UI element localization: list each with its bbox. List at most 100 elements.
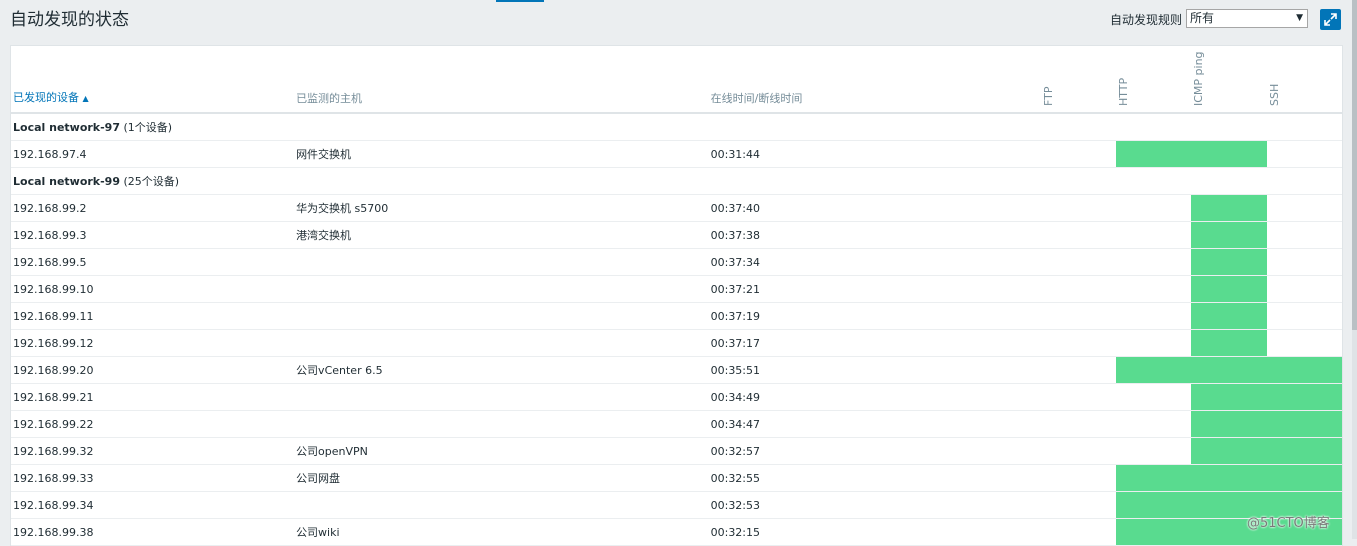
table-row: 192.168.99.2 华为交换机 s5700 00:37:40 <box>11 194 1342 222</box>
uptime-value: 00:35:51 <box>708 356 1041 384</box>
service-status-http <box>1116 194 1192 222</box>
uptime-value: 00:37:17 <box>708 329 1041 357</box>
table-row: 192.168.99.11 00:37:19 <box>11 302 1342 330</box>
device-ip: 192.168.99.38 <box>11 518 295 546</box>
monitored-host-link[interactable]: 公司openVPN <box>294 437 709 465</box>
uptime-value: 00:31:44 <box>708 140 1041 168</box>
device-ip: 192.168.99.10 <box>11 275 295 303</box>
service-status-http <box>1116 491 1192 519</box>
column-uptime: 在线时间/断线时间 <box>708 46 1041 114</box>
table-body: Local network-97 (1个设备) 192.168.97.4 网件交换机… <box>11 113 1342 546</box>
discovery-status-panel: 已发现的设备 ▲ 已监测的主机 在线时间/断线时间 FTP HTTP ICMP … <box>10 45 1343 546</box>
service-status-ssh <box>1266 383 1342 411</box>
table-row: 192.168.99.5 00:37:34 <box>11 248 1342 276</box>
service-status-ftp <box>1040 464 1117 492</box>
service-status-http <box>1116 221 1192 249</box>
discovery-table: 已发现的设备 ▲ 已监测的主机 在线时间/断线时间 FTP HTTP ICMP … <box>11 46 1342 546</box>
monitored-host-link[interactable]: 华为交换机 s5700 <box>294 194 709 222</box>
device-ip: 192.168.99.21 <box>11 383 295 411</box>
table-row: 192.168.99.38 公司wiki 00:32:15 <box>11 518 1342 546</box>
service-status-ssh <box>1266 221 1342 249</box>
service-status-ssh <box>1266 329 1342 357</box>
uptime-value: 00:37:40 <box>708 194 1041 222</box>
service-status-icmp <box>1191 437 1267 465</box>
uptime-value: 00:37:38 <box>708 221 1041 249</box>
service-status-ftp <box>1040 437 1117 465</box>
monitored-host-link <box>294 383 709 411</box>
service-status-http <box>1116 437 1192 465</box>
service-status-icmp <box>1191 383 1267 411</box>
monitored-host-link[interactable]: 公司wiki <box>294 518 709 546</box>
service-status-ssh <box>1266 194 1342 222</box>
monitored-host-link[interactable]: 网件交换机 <box>294 140 709 168</box>
page-scrollbar[interactable] <box>1352 0 1357 539</box>
service-status-icmp <box>1191 464 1267 492</box>
service-status-icmp <box>1191 356 1267 384</box>
column-discovered-device[interactable]: 已发现的设备 ▲ <box>11 46 295 114</box>
service-status-icmp <box>1191 221 1267 249</box>
fullscreen-button[interactable] <box>1320 9 1341 30</box>
service-status-ftp <box>1040 383 1117 411</box>
uptime-value: 00:34:49 <box>708 383 1041 411</box>
discovery-rule-select[interactable]: 所有 ▼ <box>1186 9 1308 28</box>
device-ip: 192.168.99.2 <box>11 194 295 222</box>
service-status-http <box>1116 410 1192 438</box>
service-status-ftp <box>1040 194 1117 222</box>
service-status-ftp <box>1040 356 1117 384</box>
device-ip: 192.168.99.20 <box>11 356 295 384</box>
service-status-ssh <box>1266 248 1342 276</box>
service-status-ssh <box>1266 464 1342 492</box>
service-status-http <box>1116 302 1192 330</box>
group-row: Local network-99 (25个设备) <box>11 167 1342 195</box>
watermark: @51CTO博客 <box>1247 516 1330 531</box>
monitored-host-link <box>294 248 709 276</box>
device-ip: 192.168.99.3 <box>11 221 295 249</box>
uptime-value: 00:34:47 <box>708 410 1041 438</box>
service-status-ssh <box>1266 275 1342 303</box>
table-row: 192.168.99.20 公司vCenter 6.5 00:35:51 <box>11 356 1342 384</box>
service-status-icmp <box>1191 410 1267 438</box>
uptime-value: 00:32:55 <box>708 464 1041 492</box>
service-status-icmp <box>1191 140 1267 168</box>
group-name: Local network-99 <box>13 175 120 188</box>
monitored-host-link <box>294 302 709 330</box>
monitored-host-link[interactable]: 公司网盘 <box>294 464 709 492</box>
discovery-rule-value: 所有 <box>1190 11 1215 25</box>
column-service-ftp: FTP <box>1040 46 1117 114</box>
service-status-ftp <box>1040 140 1117 168</box>
group-name: Local network-97 <box>13 121 120 134</box>
column-monitored-host: 已监测的主机 <box>294 46 709 114</box>
group-row: Local network-97 (1个设备) <box>11 113 1342 141</box>
service-status-http <box>1116 329 1192 357</box>
service-status-icmp <box>1191 329 1267 357</box>
device-ip: 192.168.99.12 <box>11 329 295 357</box>
service-status-icmp <box>1191 248 1267 276</box>
service-status-icmp <box>1191 302 1267 330</box>
uptime-value: 00:32:53 <box>708 491 1041 519</box>
column-service-http: HTTP <box>1116 46 1192 114</box>
table-row: 192.168.99.33 公司网盘 00:32:55 <box>11 464 1342 492</box>
monitored-host-link[interactable]: 公司vCenter 6.5 <box>294 356 709 384</box>
discovery-rule-label: 自动发现规则 <box>1110 13 1183 27</box>
device-ip: 192.168.99.32 <box>11 437 295 465</box>
table-row: 192.168.99.21 00:34:49 <box>11 383 1342 411</box>
uptime-value: 00:32:15 <box>708 518 1041 546</box>
service-status-ftp <box>1040 410 1117 438</box>
device-ip: 192.168.99.22 <box>11 410 295 438</box>
column-service-icmp: ICMP ping <box>1191 46 1267 114</box>
monitored-host-link <box>294 410 709 438</box>
table-header-row: 已发现的设备 ▲ 已监测的主机 在线时间/断线时间 FTP HTTP ICMP … <box>11 46 1342 114</box>
table-row: 192.168.99.12 00:37:17 <box>11 329 1342 357</box>
monitored-host-link <box>294 275 709 303</box>
service-status-icmp <box>1191 275 1267 303</box>
group-cell: Local network-99 (25个设备) <box>11 167 1342 195</box>
service-status-ssh <box>1266 302 1342 330</box>
device-ip: 192.168.97.4 <box>11 140 295 168</box>
table-row: 192.168.99.22 00:34:47 <box>11 410 1342 438</box>
scrollbar-thumb[interactable] <box>1352 0 1357 330</box>
monitored-host-link[interactable]: 港湾交换机 <box>294 221 709 249</box>
service-status-ftp <box>1040 491 1117 519</box>
group-cell: Local network-97 (1个设备) <box>11 113 1342 141</box>
table-row: 192.168.99.10 00:37:21 <box>11 275 1342 303</box>
device-ip: 192.168.99.33 <box>11 464 295 492</box>
